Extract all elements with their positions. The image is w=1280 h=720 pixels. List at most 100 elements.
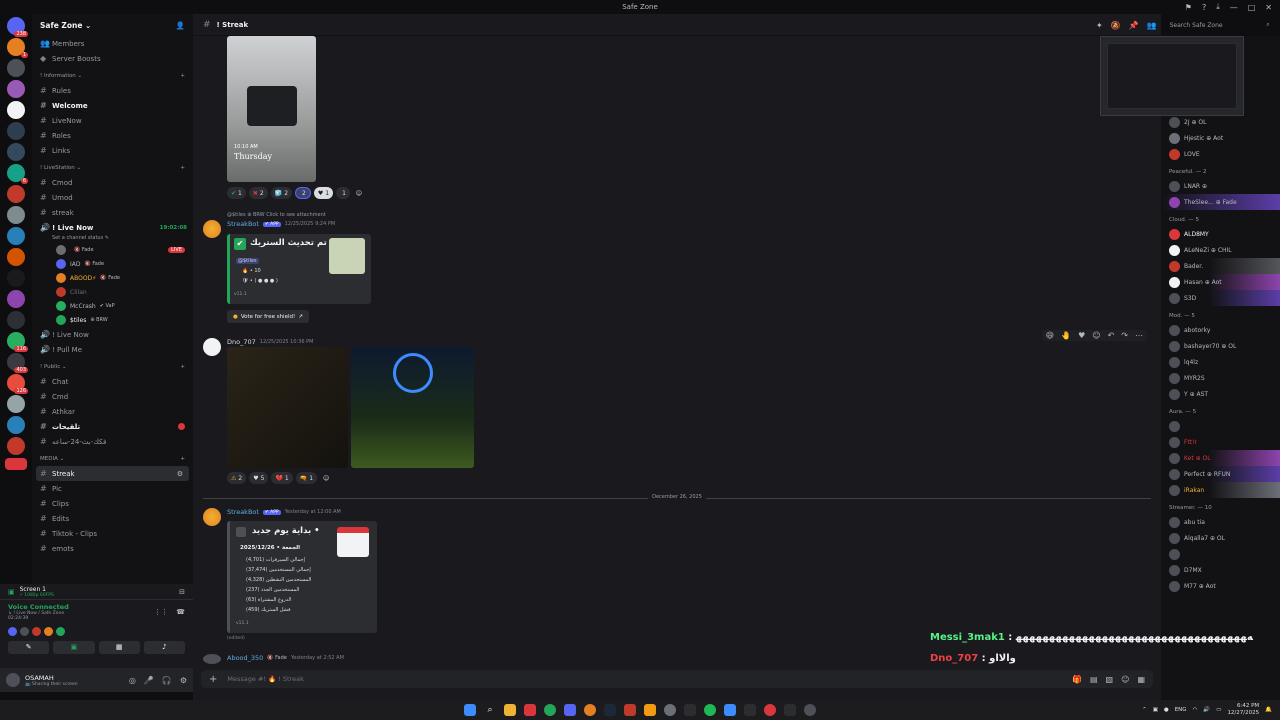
server-name[interactable]: Safe Zone ⌄ (40, 21, 91, 30)
add-channel-icon[interactable]: + (180, 165, 185, 171)
member-item[interactable]: D7MX (1161, 562, 1280, 578)
react-icon[interactable]: 🤚 (1061, 331, 1071, 340)
server-icon[interactable]: 126 (7, 374, 28, 394)
voice-user[interactable]: McCrash ✔ VaP (32, 299, 193, 313)
member-item[interactable]: bashayer70 ⊕ OL (1161, 338, 1280, 354)
pin-icon[interactable]: 📌 (1129, 21, 1139, 30)
server-icon[interactable] (7, 437, 25, 455)
channel-status[interactable]: Set a channel status ✎ (32, 235, 193, 243)
chrome-icon[interactable] (544, 704, 556, 716)
member-item[interactable]: Ftt!r (1161, 434, 1280, 450)
language-indicator[interactable]: ENG (1175, 707, 1187, 713)
inbox-icon[interactable]: ⚑ (1185, 3, 1192, 12)
channel-chat[interactable]: # Chat (32, 374, 193, 389)
search-icon[interactable]: ⌕ (484, 704, 496, 716)
server-icon[interactable] (7, 269, 25, 287)
server-icon[interactable]: 1 (7, 38, 28, 58)
channel-livenow[interactable]: # LiveNow (32, 113, 193, 128)
channel-welcome[interactable]: # Welcome (32, 98, 193, 113)
discord-icon[interactable] (564, 704, 576, 716)
user-avatar[interactable] (6, 673, 20, 687)
author-name[interactable]: Abood_350 (227, 654, 263, 662)
volume-icon[interactable]: 🔊 (1203, 707, 1210, 713)
stream-preview-popout[interactable] (1100, 36, 1244, 116)
member-item[interactable]: Ket ⊕ OL (1161, 450, 1280, 466)
reaction[interactable]: ✖ 2 (248, 187, 268, 199)
dm-home-icon[interactable]: 238 (7, 17, 28, 37)
reaction[interactable]: ♥ 5 (249, 472, 269, 484)
channel-pic[interactable]: # Pic (32, 481, 193, 496)
member-item[interactable]: Y ⊕ AST (1161, 386, 1280, 402)
add-member-icon[interactable]: 👤 (176, 21, 185, 30)
soundboard-button[interactable]: ♪ (143, 640, 185, 654)
server-icon[interactable] (7, 416, 25, 434)
bot-avatar[interactable] (203, 220, 221, 238)
voice-user[interactable]: Clilan (32, 285, 193, 299)
app-icon[interactable] (664, 704, 676, 716)
server-icon[interactable] (7, 248, 25, 266)
forward-icon[interactable]: ↷ (1121, 331, 1128, 340)
member-item[interactable]: lq4lz (1161, 354, 1280, 370)
avatar[interactable] (44, 626, 53, 636)
reaction[interactable]: ⚠ 2 (227, 472, 247, 484)
server-icon[interactable] (7, 143, 25, 161)
bot-avatar[interactable] (203, 508, 221, 526)
stop-stream-icon[interactable]: ⊟ (179, 588, 185, 596)
reaction[interactable]: 1 (336, 187, 350, 199)
channel-cmd[interactable]: # Cmd (32, 389, 193, 404)
reaction[interactable]: 💔 1 (271, 472, 293, 484)
steam-icon[interactable] (604, 704, 616, 716)
add-channel-icon[interactable]: + (180, 73, 185, 79)
member-item[interactable]: iRakan (1161, 482, 1280, 498)
tray-app-icon[interactable]: ● (1164, 707, 1169, 713)
user-name[interactable]: OSAMAH (25, 674, 78, 682)
heart-icon[interactable]: ♥ (1078, 331, 1085, 340)
server-header[interactable]: Safe Zone ⌄ 👤 (32, 14, 193, 36)
server-icon[interactable] (7, 122, 25, 140)
vote-button[interactable]: ● Vote for free shield! ↗ (227, 310, 309, 323)
close-button[interactable]: ✕ (1265, 3, 1272, 12)
activities-button[interactable]: ▦ (98, 640, 140, 654)
attach-plus-icon[interactable]: + (209, 674, 217, 685)
avatar[interactable] (8, 626, 17, 636)
server-icon[interactable] (7, 59, 25, 77)
server-icon[interactable] (7, 185, 25, 203)
emoji-icon[interactable]: ☺ (1121, 675, 1129, 684)
gamepad-icon[interactable]: ◎ (129, 676, 136, 685)
channel-talqeehat[interactable]: # تلقيحات (32, 419, 193, 434)
reaction[interactable]: 2 (295, 187, 311, 199)
screen-share-button[interactable]: ▣ (53, 640, 95, 654)
member-item[interactable] (1161, 418, 1280, 434)
member-item[interactable]: LOVE (1161, 146, 1280, 162)
channel-streak-active[interactable]: # Streak ⚙ (36, 466, 189, 481)
file-explorer-icon[interactable] (504, 704, 516, 716)
app-icon[interactable] (524, 704, 536, 716)
gif-icon[interactable]: ▤ (1090, 675, 1098, 684)
author-name[interactable]: StreakBot (227, 508, 259, 516)
member-item[interactable]: LNAR ⊕ (1161, 178, 1280, 194)
voice-channel-pull-me[interactable]: 🔊! Pull Me (32, 342, 193, 357)
member-item[interactable]: TheSlee... ⊕ Fade (1161, 194, 1280, 210)
channel-emots[interactable]: # emots (32, 541, 193, 556)
member-item[interactable]: Hasan ⊕ Aot (1161, 274, 1280, 290)
tray-app-icon[interactable]: ▣ (1153, 707, 1158, 713)
download-icon[interactable]: ⤓ (1216, 2, 1220, 12)
member-item[interactable]: MYR2S (1161, 370, 1280, 386)
app-icon[interactable] (624, 704, 636, 716)
server-icon-active[interactable] (7, 101, 25, 119)
channel-settings-icon[interactable]: ⚙ (177, 470, 183, 478)
wifi-icon[interactable]: ◠ (1193, 707, 1198, 713)
battery-icon[interactable]: ▭ (1216, 707, 1221, 713)
app-icon[interactable] (804, 704, 816, 716)
channel-roles[interactable]: # Roles (32, 128, 193, 143)
server-boosts-item[interactable]: ◆ Server Boosts (32, 51, 193, 66)
voice-connected-label[interactable]: Voice Connected (8, 603, 69, 611)
app-icon[interactable] (744, 704, 756, 716)
member-item[interactable]: S3D (1161, 290, 1280, 306)
voice-channel-live-now[interactable]: 🔊! Live Now 19:02:08 (32, 220, 193, 235)
notification-bell-icon[interactable]: 🔔 (1265, 707, 1272, 713)
reaction[interactable]: ♥ 1 (313, 187, 334, 199)
add-channel-icon[interactable]: + (180, 364, 185, 370)
server-icon[interactable] (7, 395, 25, 413)
minimize-button[interactable]: — (1230, 3, 1238, 12)
